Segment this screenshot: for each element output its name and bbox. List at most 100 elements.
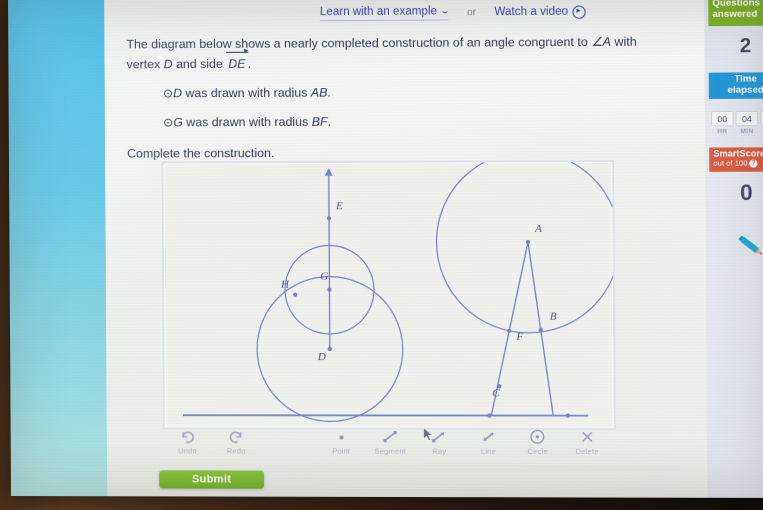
point-D [327, 346, 332, 352]
smartscore-value: 0 [739, 179, 753, 206]
q1-angle-a: ∠A [591, 34, 612, 49]
line-icon [480, 429, 496, 445]
point-H [293, 292, 298, 297]
b1-part-c: . [327, 85, 331, 100]
b1-part-b: was drawn with radius [181, 85, 311, 101]
tool-point-label: Point [332, 446, 351, 456]
smartscore-out-of-label: out of 100 [713, 158, 748, 168]
b1-radius: AB [310, 85, 328, 100]
left-sidebar-rail [8, 0, 108, 497]
tool-undo[interactable]: Undo [163, 428, 212, 455]
label-D: D [317, 351, 326, 363]
time-elapsed-header: Time elapsed [708, 72, 763, 99]
screen: Learn with an example ⌄ or Watch a video… [8, 0, 763, 498]
tool-segment[interactable]: Segment [366, 428, 415, 456]
pencil-icon [732, 231, 763, 265]
questions-answered-header: Questions answered [708, 0, 763, 27]
q2-ray-de: DE [226, 55, 247, 75]
circle-A [436, 162, 614, 333]
submit-button[interactable]: Submit [159, 470, 265, 489]
ray-d-e [329, 169, 330, 349]
tool-redo[interactable]: Redo [212, 428, 261, 455]
photo-frame: Learn with an example ⌄ or Watch a video… [0, 0, 763, 510]
label-H: H [280, 279, 290, 291]
geometry-drawing[interactable]: E A G H B F D C [163, 162, 613, 428]
watch-a-video-label: Watch a video [494, 5, 569, 19]
b2-part-b: was drawn with radius [182, 114, 312, 130]
label-F: F [515, 331, 523, 343]
tool-circle[interactable]: Circle [513, 429, 562, 456]
watch-a-video-link[interactable]: Watch a video [494, 5, 586, 19]
b2-radius: BF [311, 114, 328, 129]
right-sidebar: Questions answered 2 Time elapsed 00 HR … [704, 0, 763, 498]
tool-segment-label: Segment [374, 446, 406, 456]
point-E [326, 216, 332, 221]
segment-icon [382, 429, 398, 445]
b2-center: G [173, 115, 183, 130]
header-links: Learn with an example ⌄ or Watch a video [285, 0, 620, 24]
q2-part-c: . [247, 56, 252, 71]
smartscore-header: SmartScore out of 100 ? [709, 147, 763, 172]
undo-icon [180, 428, 195, 444]
timer-hours-value: 00 [710, 111, 734, 127]
question-bullet-2: ⊙G was drawn with radius BF. [163, 111, 664, 133]
redo-icon [229, 428, 244, 444]
timer-minutes-unit: MIN [740, 128, 754, 136]
time-elapsed-label-2: elapsed [727, 84, 763, 96]
questions-answered-value: 2 [739, 34, 752, 57]
tool-ray-label: Ray [432, 446, 447, 456]
question-line-1: The diagram below shows a nearly complet… [126, 32, 663, 55]
q1-part-b: with [610, 34, 637, 49]
timer: 00 HR 04 MIN 38 SEC [710, 110, 763, 136]
smartscore-subtitle: out of 100 ? [713, 158, 763, 168]
drawing-toolbar[interactable]: Undo Redo Point Segment Ray Line Circle … [163, 428, 612, 463]
point-B [538, 327, 543, 332]
play-icon [572, 5, 586, 19]
tool-undo-label: Undo [178, 446, 197, 456]
timer-hours: 00 HR [710, 111, 734, 136]
point-G [327, 287, 332, 292]
label-E: E [335, 200, 343, 212]
geometry-canvas[interactable]: E A G H B F D C [161, 160, 615, 430]
chevron-down-icon: ⌄ [439, 5, 451, 16]
circle-symbol-icon-2: ⊙ [163, 115, 174, 130]
label-C: C [492, 387, 500, 399]
help-icon[interactable]: ? [749, 159, 758, 168]
question-bullet-1: ⊙D was drawn with radius AB. [163, 82, 664, 104]
timer-hours-unit: HR [717, 128, 728, 136]
circle-symbol-icon-1: ⊙ [162, 86, 174, 101]
circle-icon [529, 429, 545, 445]
tool-point[interactable]: Point [317, 428, 366, 456]
or-label: or [467, 6, 477, 18]
b2-part-c: . [327, 114, 332, 129]
timer-minutes-value: 04 [735, 110, 759, 127]
label-G: G [320, 271, 328, 283]
tool-line-label: Line [480, 446, 497, 456]
q2-part-a: vertex [126, 57, 164, 72]
label-A: A [534, 223, 542, 235]
point-icon [334, 428, 348, 444]
tool-redo-label: Redo [226, 446, 246, 456]
tool-circle-label: Circle [527, 446, 549, 456]
tool-line[interactable]: Line [464, 429, 513, 456]
tool-delete-label: Delete [575, 446, 599, 457]
learn-with-an-example-label: Learn with an example [319, 4, 438, 18]
point-ray-left-foot [487, 413, 492, 418]
question-text: The diagram below shows a nearly complet… [126, 32, 664, 164]
tool-delete[interactable]: Delete [562, 429, 612, 456]
timer-minutes: 04 MIN [735, 110, 759, 136]
b1-center: D [173, 86, 183, 101]
label-B: B [550, 311, 557, 323]
point-ray-right-foot [565, 413, 570, 418]
mouse-cursor-icon [423, 427, 435, 448]
q1-part-a: The diagram below shows a nearly complet… [126, 34, 592, 52]
q2-vertex: D [163, 57, 173, 72]
question-line-2: vertex D and side DE. [127, 53, 664, 76]
learn-with-an-example-link[interactable]: Learn with an example ⌄ [319, 4, 451, 21]
q2-part-b: and side [172, 56, 227, 72]
point-F [507, 328, 512, 333]
delete-icon [580, 429, 594, 445]
tool-ray[interactable]: Ray [415, 429, 464, 456]
point-A [525, 239, 531, 245]
main-content-page: Learn with an example ⌄ or Watch a video… [104, 0, 763, 498]
